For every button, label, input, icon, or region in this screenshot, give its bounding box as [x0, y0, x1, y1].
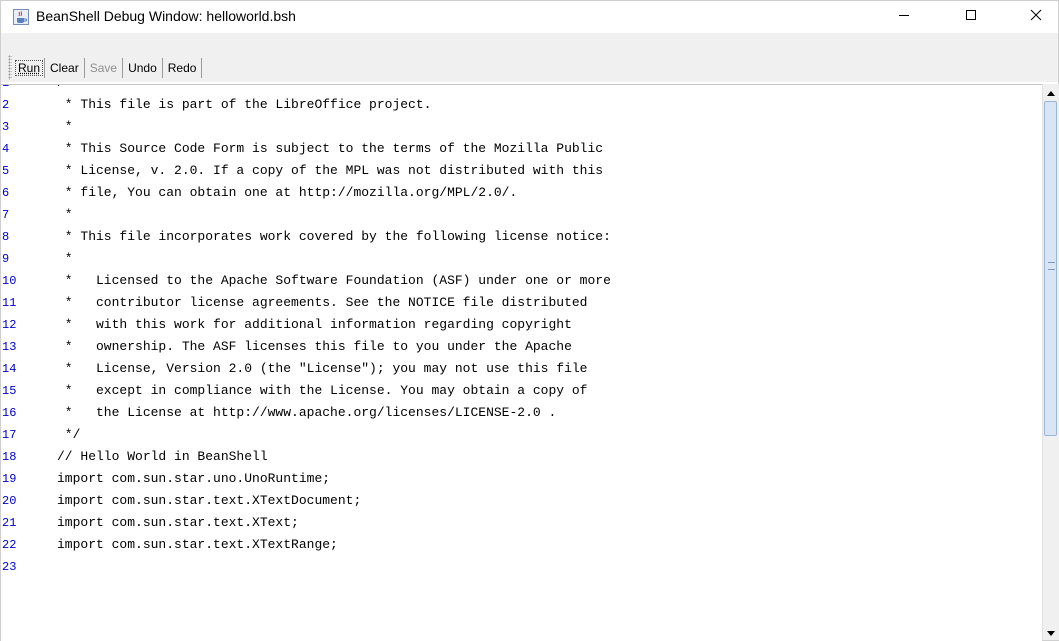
redo-button[interactable]: Redo — [164, 61, 201, 75]
toolbar-separator — [83, 58, 85, 78]
code-line: * the License at http://www.apache.org/l… — [57, 405, 557, 420]
line-number: 22 — [2, 538, 17, 552]
line-number: 23 — [2, 560, 17, 574]
line-number: 19 — [2, 472, 17, 486]
code-line: * License, Version 2.0 (the "License"); … — [57, 361, 588, 376]
code-line: * except in compliance with the License.… — [57, 383, 588, 398]
line-number: 16 — [2, 406, 17, 420]
toolbar-separator — [44, 58, 46, 78]
line-number: 12 — [2, 318, 17, 332]
code-line: * — [57, 251, 73, 266]
title-bar[interactable]: BeanShell Debug Window: helloworld.bsh — [1, 1, 1058, 33]
line-number: 14 — [2, 362, 17, 376]
code-line: * contributor license agreements. See th… — [57, 295, 588, 310]
beanshell-debug-window: BeanShell Debug Window: helloworld.bsh R… — [0, 0, 1059, 641]
code-line: import com.sun.star.text.XTextRange; — [57, 537, 338, 552]
scroll-up-button[interactable] — [1043, 84, 1059, 100]
vertical-scrollbar[interactable] — [1042, 84, 1059, 640]
line-number: 13 — [2, 340, 17, 354]
code-line: * — [57, 207, 73, 222]
window-title: BeanShell Debug Window: helloworld.bsh — [36, 8, 296, 24]
clear-button[interactable]: Clear — [46, 61, 83, 75]
toolbar-buttons: Run Clear Save Undo Redo — [15, 57, 203, 79]
toolbar-separator — [161, 58, 163, 78]
code-text-area[interactable]: /* * This file is part of the LibreOffic… — [57, 85, 1042, 641]
line-number: 9 — [2, 252, 10, 266]
toolbar-spacer — [1, 33, 1058, 52]
maximize-icon — [965, 8, 977, 26]
code-line: * — [57, 119, 73, 134]
line-number: 17 — [2, 428, 17, 442]
code-line: * This file is part of the LibreOffice p… — [57, 97, 432, 112]
scroll-down-button[interactable] — [1043, 624, 1059, 640]
line-number: 15 — [2, 384, 17, 398]
code-line: import com.sun.star.uno.UnoRuntime; — [57, 471, 331, 486]
line-number: 1 — [2, 85, 9, 94]
minimize-button[interactable] — [881, 1, 927, 33]
save-button[interactable]: Save — [86, 61, 121, 75]
toolbar-grip-handle[interactable] — [8, 55, 12, 80]
code-line: */ — [57, 427, 81, 442]
toolbar-separator — [201, 58, 203, 78]
run-button[interactable]: Run — [15, 60, 44, 76]
java-coffee-cup-icon — [13, 9, 29, 25]
close-icon — [1030, 8, 1042, 26]
scroll-thumb[interactable] — [1044, 101, 1057, 436]
line-number: 8 — [2, 230, 10, 244]
line-number: 10 — [2, 274, 17, 288]
line-number: 20 — [2, 494, 17, 508]
code-line: * Licensed to the Apache Software Founda… — [57, 273, 611, 288]
code-line: * License, v. 2.0. If a copy of the MPL … — [57, 163, 604, 178]
minimize-icon — [898, 8, 910, 26]
line-number: 18 — [2, 450, 17, 464]
code-editor[interactable]: 1 234567891011121314151617181920212223 /… — [1, 84, 1042, 641]
close-button[interactable] — [1013, 1, 1059, 33]
code-line: /* — [57, 85, 73, 94]
code-line: * This Source Code Form is subject to th… — [57, 141, 604, 156]
code-line: * ownership. The ASF licenses this file … — [57, 339, 572, 354]
line-number: 5 — [2, 164, 10, 178]
code-line: * file, You can obtain one at http://moz… — [57, 185, 518, 200]
toolbar-separator — [122, 58, 124, 78]
line-number: 7 — [2, 208, 10, 222]
line-number: 4 — [2, 142, 10, 156]
line-number: 2 — [2, 98, 10, 112]
line-number: 21 — [2, 516, 17, 530]
code-line: * This file incorporates work covered by… — [57, 229, 611, 244]
line-number-gutter: 1 234567891011121314151617181920212223 — [1, 85, 51, 641]
maximize-button[interactable] — [948, 1, 994, 33]
code-line: import com.sun.star.text.XText; — [57, 515, 299, 530]
code-line: import com.sun.star.text.XTextDocument; — [57, 493, 362, 508]
scroll-grip-icon — [1048, 262, 1055, 270]
undo-button[interactable]: Undo — [124, 61, 161, 75]
arrow-down-icon — [1047, 623, 1055, 641]
code-line: * with this work for additional informat… — [57, 317, 572, 332]
code-line: // Hello World in BeanShell — [57, 449, 268, 464]
line-number: 3 — [2, 120, 10, 134]
arrow-up-icon — [1047, 83, 1055, 101]
line-number: 11 — [2, 296, 17, 310]
line-number: 6 — [2, 186, 10, 200]
